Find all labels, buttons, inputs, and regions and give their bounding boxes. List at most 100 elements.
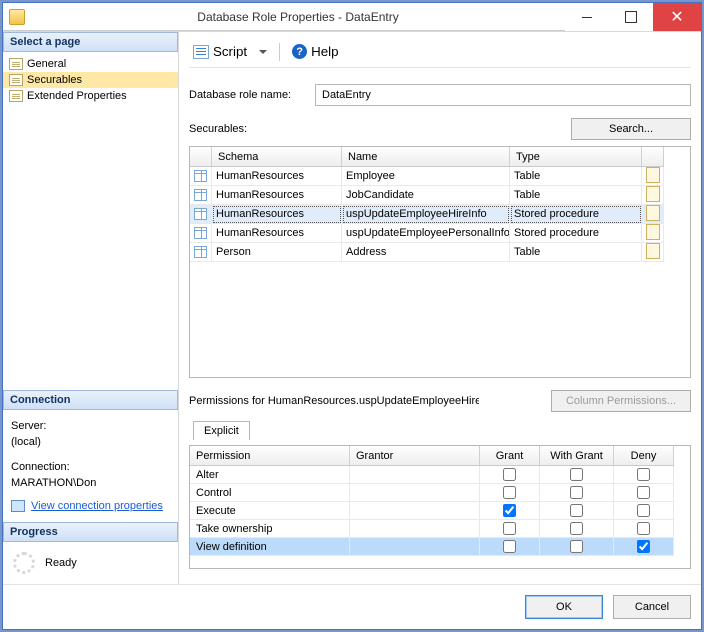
cell-name: uspUpdateEmployeeHireInfo <box>342 205 510 224</box>
cell-type: Stored procedure <box>510 205 642 224</box>
cell-permission: Execute <box>190 502 350 520</box>
permission-row[interactable]: Control <box>190 484 690 502</box>
grant-checkbox[interactable] <box>503 522 516 535</box>
toolbar-separator <box>279 43 280 61</box>
role-name-input[interactable] <box>315 84 691 106</box>
page-label: Extended Properties <box>27 90 127 102</box>
script-button[interactable]: Script <box>189 42 251 61</box>
script-icon <box>193 45 209 59</box>
page-icon <box>9 58 23 70</box>
securable-row[interactable]: HumanResources Employee Table <box>190 167 690 186</box>
dialog-window: Database Role Properties - DataEntry Sel… <box>2 2 702 630</box>
browse-icon[interactable] <box>646 226 658 240</box>
help-icon: ? <box>292 44 307 59</box>
table-icon <box>194 208 207 220</box>
connection-header: Connection <box>3 390 178 410</box>
sidebar-page-extended-properties[interactable]: Extended Properties <box>3 88 178 104</box>
col-schema[interactable]: Schema <box>212 147 342 167</box>
col-with-grant[interactable]: With Grant <box>540 446 614 466</box>
deny-checkbox[interactable] <box>637 540 650 553</box>
cell-grantor <box>350 538 480 556</box>
with-grant-checkbox[interactable] <box>570 468 583 481</box>
search-button[interactable]: Search... <box>571 118 691 140</box>
maximize-button[interactable] <box>609 3 653 31</box>
cell-name: JobCandidate <box>342 186 510 205</box>
cell-name: Address <box>342 243 510 262</box>
col-type[interactable]: Type <box>510 147 642 167</box>
cell-schema: HumanResources <box>212 186 342 205</box>
server-label: Server: <box>11 418 170 435</box>
deny-checkbox[interactable] <box>637 504 650 517</box>
tab-explicit[interactable]: Explicit <box>193 421 250 440</box>
cell-schema: HumanResources <box>212 167 342 186</box>
client-area: Select a page General Securables Extended … <box>3 31 701 584</box>
permission-row[interactable]: Alter <box>190 466 690 484</box>
grant-checkbox[interactable] <box>503 486 516 499</box>
grant-checkbox[interactable] <box>503 468 516 481</box>
progress-status: Ready <box>45 557 77 569</box>
securable-row[interactable]: HumanResources uspUpdateEmployeeHireInfo… <box>190 205 690 224</box>
column-permissions-button[interactable]: Column Permissions... <box>551 390 691 412</box>
window-title: Database Role Properties - DataEntry <box>31 10 565 24</box>
securable-row[interactable]: HumanResources uspUpdateEmployeePersonal… <box>190 224 690 243</box>
deny-checkbox[interactable] <box>637 468 650 481</box>
table-icon <box>194 170 207 182</box>
cell-grantor <box>350 484 480 502</box>
toolbar: Script ? Help <box>189 42 691 68</box>
monitor-icon <box>11 500 25 512</box>
with-grant-checkbox[interactable] <box>570 540 583 553</box>
browse-icon[interactable] <box>646 207 658 221</box>
page-icon <box>9 90 23 102</box>
browse-icon[interactable] <box>646 169 658 183</box>
with-grant-checkbox[interactable] <box>570 522 583 535</box>
page-label: General <box>27 58 66 70</box>
cell-schema: HumanResources <box>212 205 342 224</box>
browse-icon[interactable] <box>646 245 658 259</box>
deny-checkbox[interactable] <box>637 486 650 499</box>
cell-name: Employee <box>342 167 510 186</box>
cell-type: Table <box>510 186 642 205</box>
securables-label: Securables: <box>189 123 247 135</box>
grant-checkbox[interactable] <box>503 504 516 517</box>
help-button[interactable]: ? Help <box>288 42 342 61</box>
cell-type: Table <box>510 167 642 186</box>
table-icon <box>194 246 207 258</box>
server-value: (local) <box>11 434 170 451</box>
view-connection-properties-link[interactable]: View connection properties <box>31 498 163 515</box>
deny-checkbox[interactable] <box>637 522 650 535</box>
grant-checkbox[interactable] <box>503 540 516 553</box>
cancel-button[interactable]: Cancel <box>613 595 691 619</box>
permission-row[interactable]: Take ownership <box>190 520 690 538</box>
col-grant[interactable]: Grant <box>480 446 540 466</box>
sidebar-page-securables[interactable]: Securables <box>3 72 178 88</box>
script-label: Script <box>213 44 247 59</box>
minimize-button[interactable] <box>565 3 609 31</box>
cell-permission: Take ownership <box>190 520 350 538</box>
permissions-grid[interactable]: Permission Grantor Grant With Grant Deny… <box>189 445 691 569</box>
sidebar-page-general[interactable]: General <box>3 56 178 72</box>
col-deny[interactable]: Deny <box>614 446 674 466</box>
cell-grantor <box>350 502 480 520</box>
with-grant-checkbox[interactable] <box>570 486 583 499</box>
col-grantor[interactable]: Grantor <box>350 446 480 466</box>
script-dropdown[interactable] <box>255 48 271 56</box>
securable-row[interactable]: Person Address Table <box>190 243 690 262</box>
progress-spinner-icon <box>13 552 35 574</box>
col-name[interactable]: Name <box>342 147 510 167</box>
cell-type: Stored procedure <box>510 224 642 243</box>
permission-row[interactable]: View definition <box>190 538 690 556</box>
with-grant-checkbox[interactable] <box>570 504 583 517</box>
securables-grid[interactable]: Schema Name Type HumanResources Employee… <box>189 146 691 378</box>
col-permission[interactable]: Permission <box>190 446 350 466</box>
close-button[interactable] <box>653 3 701 31</box>
cell-name: uspUpdateEmployeePersonalInfo <box>342 224 510 243</box>
dialog-footer: OK Cancel <box>3 584 701 629</box>
select-page-header: Select a page <box>3 32 178 52</box>
table-icon <box>194 189 207 201</box>
ok-button[interactable]: OK <box>525 595 603 619</box>
permission-row[interactable]: Execute <box>190 502 690 520</box>
securable-row[interactable]: HumanResources JobCandidate Table <box>190 186 690 205</box>
connection-value: MARATHON\Don <box>11 475 170 492</box>
browse-icon[interactable] <box>646 188 658 202</box>
sidebar: Select a page General Securables Extended … <box>3 32 179 584</box>
